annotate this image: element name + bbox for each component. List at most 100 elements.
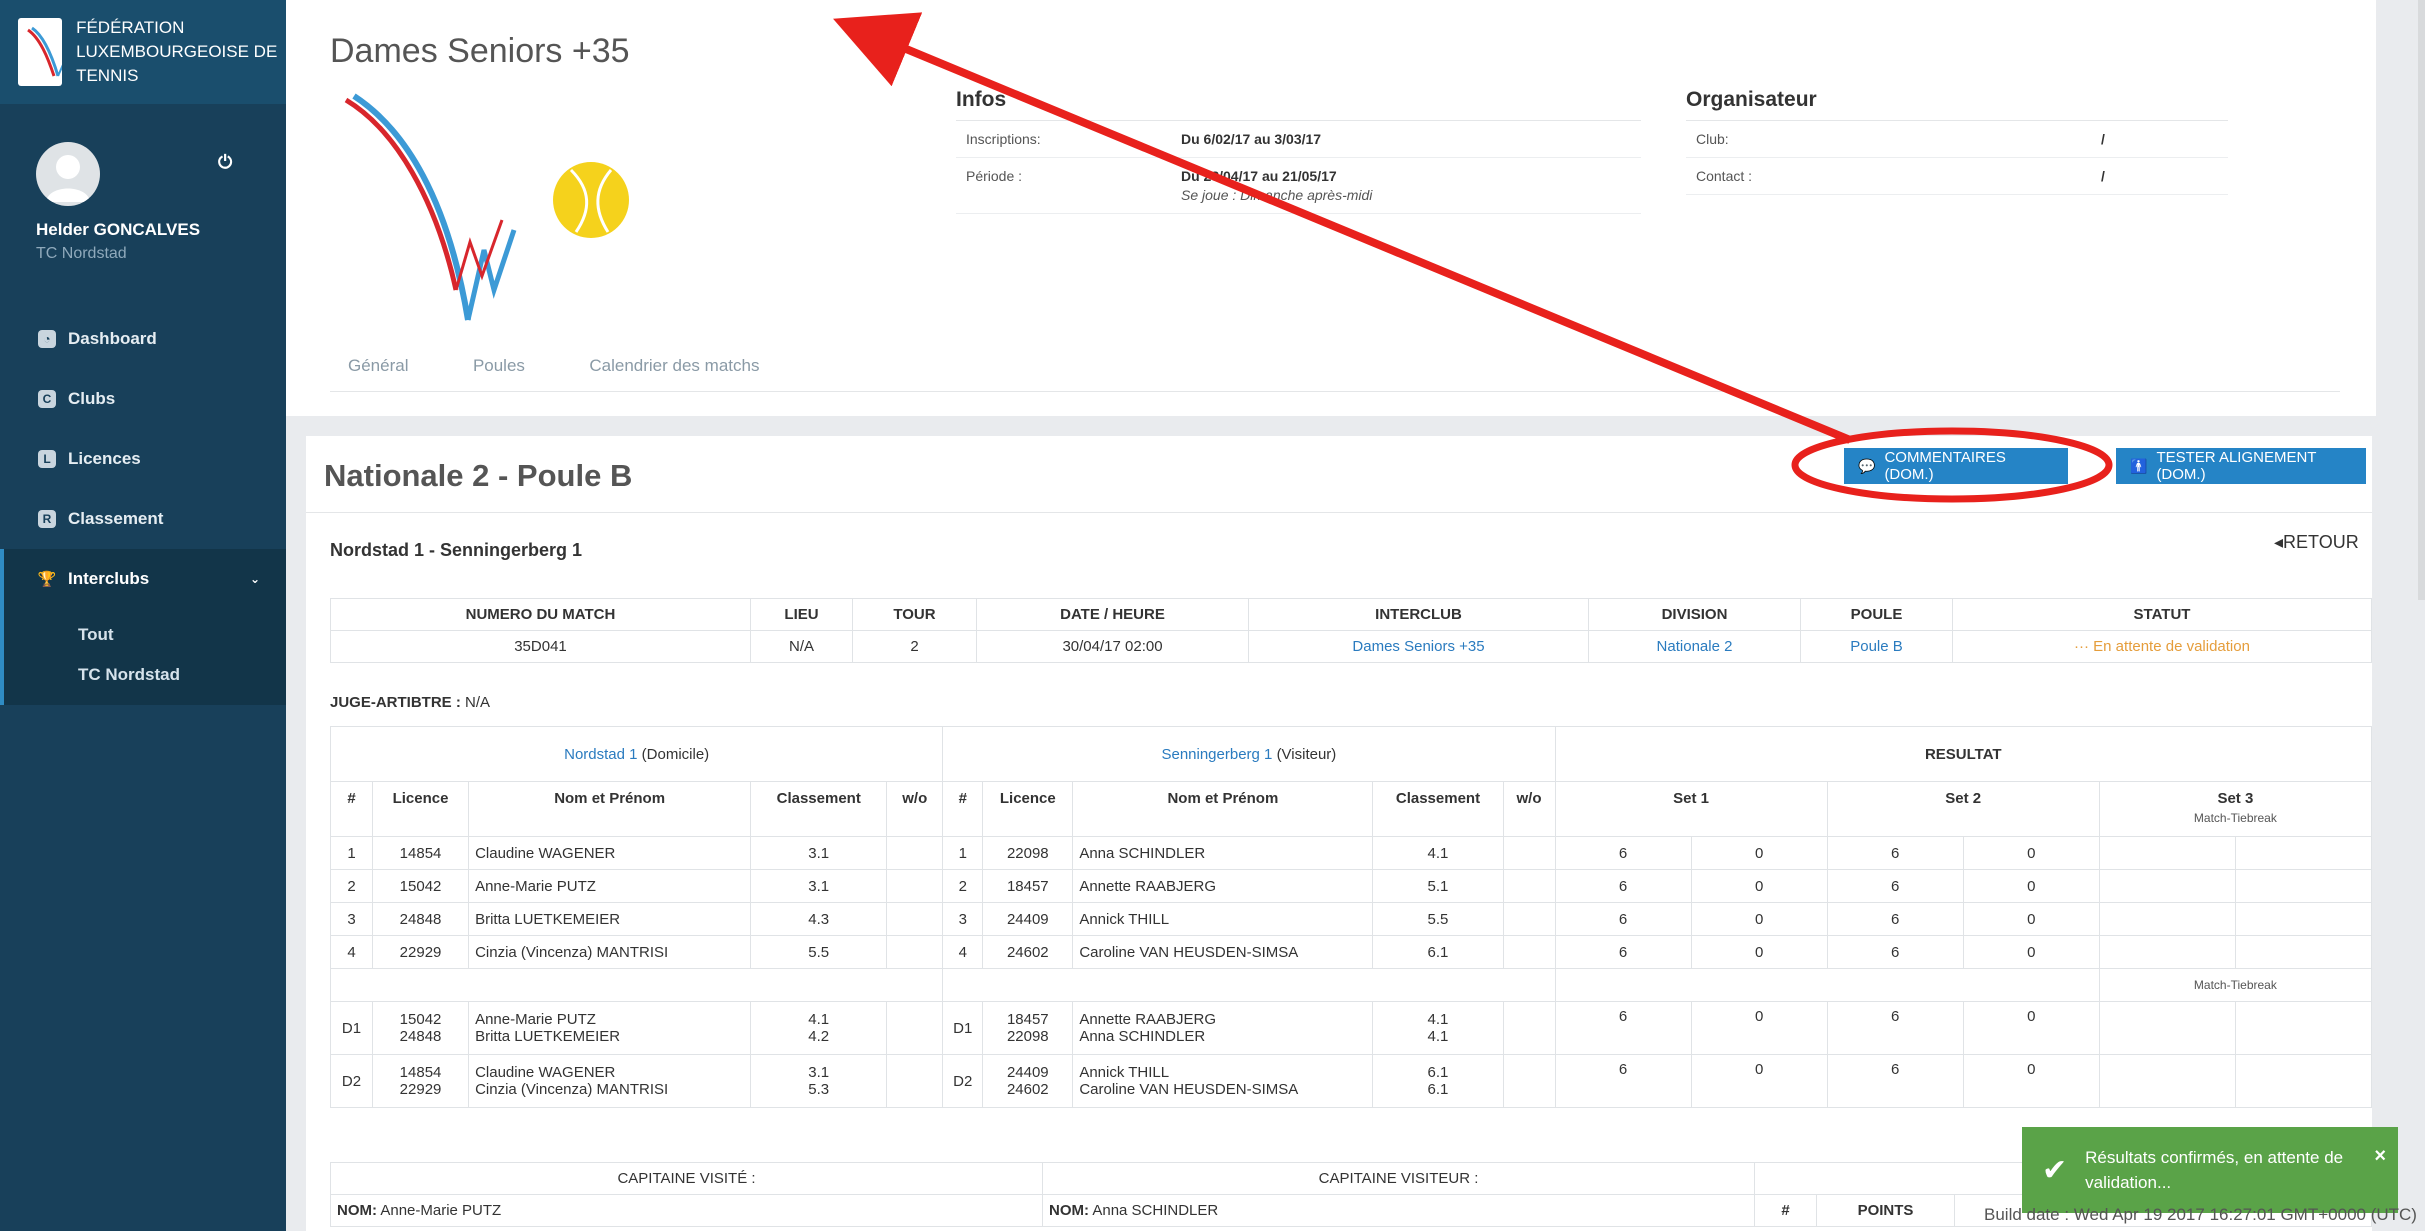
home-classement: 4.3 — [750, 902, 888, 936]
away-team-link[interactable]: Senningerberg 1 — [1161, 746, 1272, 763]
set-score: 0 — [1962, 1001, 2100, 1055]
poule-link[interactable]: Poule B — [1800, 630, 1953, 663]
nav-item-interclubs[interactable]: 🏆 Interclubs ⌄ — [0, 549, 286, 609]
poule-title: Nationale 2 - Poule B — [324, 458, 633, 493]
user-club: TC Nordstad — [36, 245, 127, 262]
trophy-icon: 🏆 — [37, 571, 57, 588]
periode-row: Période : Du 23/04/17 au 21/05/17 Se jou… — [956, 158, 1641, 214]
comments-button[interactable]: 💬 COMMENTAIRES (DOM.) — [1844, 448, 2068, 484]
subnav-item-tc-nordstad[interactable]: TC Nordstad — [4, 655, 286, 695]
person-icon: 🚹 — [2130, 457, 2148, 474]
set-score: 6 — [1826, 1054, 1964, 1108]
nav-item-dashboard[interactable]: ◔ Dashboard — [0, 309, 286, 369]
away-wo — [1502, 836, 1556, 870]
away-licence: 24602 — [1006, 1081, 1049, 1098]
comments-button-label: COMMENTAIRES (DOM.) — [1884, 449, 2006, 483]
match-info-header: NUMERO DU MATCH LIEU TOUR DATE / HEURE I… — [330, 598, 2372, 631]
away-classement: 4.1 — [1427, 1028, 1449, 1045]
brand[interactable]: FÉDÉRATION LUXEMBOURGEOISE DE TENNIS — [0, 0, 286, 104]
row-num: 4 — [329, 935, 374, 969]
infos-heading: Infos — [956, 88, 1641, 121]
home-team-link[interactable]: Nordstad 1 — [564, 746, 637, 763]
nav-item-classement[interactable]: R Classement — [0, 489, 286, 549]
col-licence: Licence — [372, 781, 470, 837]
nom-label: NOM: — [1049, 1202, 1089, 1219]
away-classement: 4.1 — [1427, 1011, 1449, 1028]
col-set3: Set 3 Match-Tiebreak — [2098, 781, 2373, 837]
col-interclub: INTERCLUB — [1248, 598, 1589, 631]
home-licence: 24848 — [372, 902, 470, 936]
retour-link[interactable]: ◂RETOUR — [2274, 532, 2359, 553]
away-classements: 6.1 6.1 — [1372, 1054, 1504, 1108]
away-players: Annick THILL Caroline VAN HEUSDEN-SIMSA — [1072, 1054, 1374, 1108]
table-row: 3 24848 Britta LUETKEMEIER 4.3 3 24409 A… — [329, 902, 2373, 936]
tab-calendrier[interactable]: Calendrier des matchs — [589, 340, 759, 392]
col-nom: Nom et Prénom — [468, 781, 752, 837]
away-players: Annette RAABJERG Anna SCHINDLER — [1072, 1001, 1374, 1055]
nav-item-licences[interactable]: L Licences — [0, 429, 286, 489]
chevron-left-icon: ◂ — [2274, 532, 2284, 552]
score-table: Nordstad 1 (Domicile) Senningerberg 1 (V… — [329, 726, 2373, 1108]
nav-item-clubs[interactable]: C Clubs — [0, 369, 286, 429]
event-header-panel: Dames Seniors +35 Infos Inscriptions: Du… — [286, 0, 2376, 416]
close-icon[interactable]: × — [2374, 1145, 2386, 1168]
home-classement: 3.1 — [750, 836, 888, 870]
nav-label: Interclubs — [68, 569, 150, 588]
col-num: # — [942, 781, 984, 837]
power-icon[interactable]: ⏻ — [218, 152, 240, 174]
subnav-item-tout[interactable]: Tout — [4, 615, 286, 655]
interclub-link[interactable]: Dames Seniors +35 — [1248, 630, 1589, 663]
set-score: 0 — [1690, 836, 1828, 870]
col-wo: w/o — [1502, 781, 1556, 837]
set-score — [2098, 1001, 2236, 1055]
col-poule: POULE — [1800, 598, 1953, 631]
match-numero: 35D041 — [330, 630, 751, 663]
table-row: 2 15042 Anne-Marie PUTZ 3.1 2 18457 Anne… — [329, 869, 2373, 903]
avatar[interactable] — [36, 142, 100, 206]
row-num: D2 — [329, 1054, 374, 1108]
col-licence: Licence — [982, 781, 1074, 837]
division-link[interactable]: Nationale 2 — [1588, 630, 1801, 663]
scrollbar[interactable] — [2418, 0, 2425, 600]
set-score: 6 — [1554, 935, 1692, 969]
home-licence: 14854 — [399, 1064, 442, 1081]
comment-icon: 💬 — [1858, 457, 1876, 474]
away-captain: NOM: Anna SCHINDLER — [1042, 1194, 1755, 1227]
points-hash: # — [1754, 1194, 1817, 1227]
away-classement: 5.5 — [1372, 902, 1504, 936]
row-num: D2 — [942, 1054, 984, 1108]
match-info-row: 35D041 N/A 2 30/04/17 02:00 Dames Senior… — [330, 630, 2372, 663]
contact-row: Contact : / — [1686, 158, 2228, 195]
set-score — [2098, 935, 2236, 969]
home-wo — [886, 869, 944, 903]
set-score: 6 — [1554, 1001, 1692, 1055]
col-classement: Classement — [750, 781, 888, 837]
periode-value: Du 23/04/17 au 21/05/17 Se joue : Dimanc… — [1181, 168, 1372, 203]
match-name: Nordstad 1 - Senningerberg 1 — [330, 540, 583, 560]
row-num: D1 — [329, 1001, 374, 1055]
federation-name: FÉDÉRATION LUXEMBOURGEOISE DE TENNIS — [76, 18, 278, 85]
periode-note: Se joue : Dimanche après-midi — [1181, 187, 1373, 203]
home-player: Claudine WAGENER — [475, 1064, 616, 1081]
away-licence: 18457 — [982, 869, 1074, 903]
home-classement: 4.2 — [808, 1028, 830, 1045]
set-score — [2234, 902, 2373, 936]
set-score: 0 — [1690, 1054, 1828, 1108]
chevron-down-icon: ⌄ — [249, 572, 260, 586]
row-num: 4 — [942, 935, 984, 969]
tab-general[interactable]: Général — [348, 340, 408, 392]
set-score: 6 — [1554, 902, 1692, 936]
away-classement: 5.1 — [1372, 869, 1504, 903]
away-licence: 18457 — [1006, 1011, 1049, 1028]
set-score — [2234, 869, 2373, 903]
resultat-header: RESULTAT — [1554, 726, 2373, 782]
inscriptions-value: Du 6/02/17 au 3/03/17 — [1181, 131, 1322, 147]
away-player: Caroline VAN HEUSDEN-SIMSA — [1072, 935, 1374, 969]
empty-cell — [1554, 968, 2100, 1002]
tab-poules[interactable]: Poules — [473, 340, 525, 392]
away-classement: 4.1 — [1372, 836, 1504, 870]
home-classement: 3.1 — [808, 1064, 830, 1081]
tester-alignement-button[interactable]: 🚹 TESTER ALIGNEMENT (DOM.) — [2116, 448, 2366, 484]
home-wo — [886, 902, 944, 936]
home-captain: NOM: Anne-Marie PUTZ — [330, 1194, 1043, 1227]
